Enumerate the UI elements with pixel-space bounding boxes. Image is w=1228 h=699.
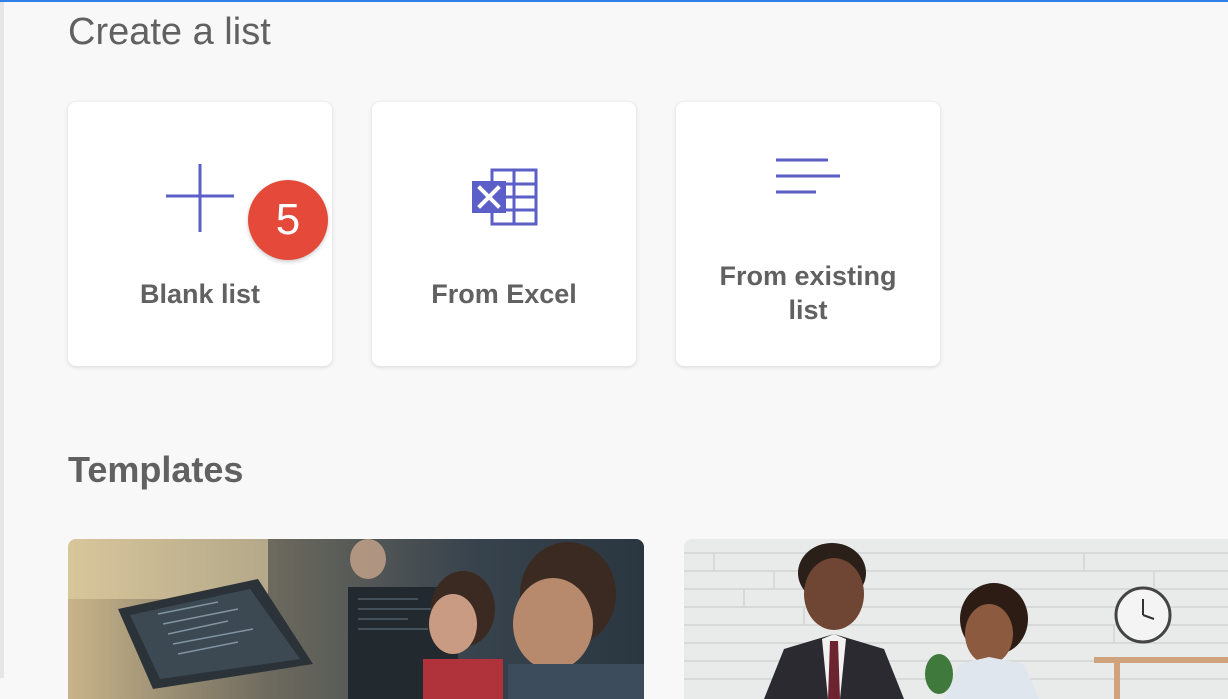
list-lines-icon: [776, 158, 840, 194]
left-edge-divider: [0, 2, 4, 678]
template-card-developers[interactable]: [68, 539, 644, 699]
from-excel-label: From Excel: [431, 279, 577, 309]
template-card-office[interactable]: [684, 539, 1228, 699]
plus-icon: [166, 164, 234, 232]
from-existing-list-label: From existing list: [719, 261, 897, 325]
colleagues-handshake-office-photo: [684, 539, 1228, 699]
excel-icon: [472, 168, 538, 226]
templates-heading: Templates: [68, 449, 244, 490]
page-title: Create a list: [68, 11, 271, 53]
from-excel-card[interactable]: From Excel: [372, 102, 636, 366]
blank-list-label: Blank list: [139, 279, 261, 309]
developers-at-computers-photo: [68, 539, 644, 699]
from-existing-list-card[interactable]: From existing list: [676, 102, 940, 366]
window-top-accent: [0, 0, 1228, 2]
step-number-badge: 5: [248, 180, 328, 260]
